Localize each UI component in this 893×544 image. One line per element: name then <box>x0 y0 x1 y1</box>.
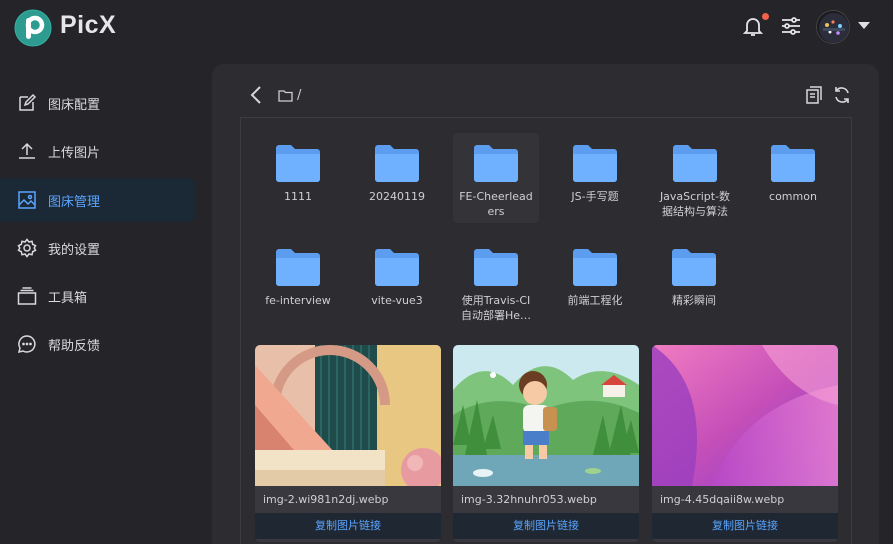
folder-name: FE-Cheerleaders <box>459 190 533 218</box>
copy-link-button[interactable]: 复制图片链接 <box>453 513 639 539</box>
sidebar-item-image-management[interactable]: 图床管理 <box>0 178 195 222</box>
image-thumbnail[interactable] <box>255 345 441 486</box>
breadcrumb-path: / <box>297 87 302 103</box>
upload-icon <box>16 140 38 162</box>
file-grid: 1111 20240119 FE-Cheerleaders JS-手写题 Jav… <box>240 117 852 544</box>
tune-icon[interactable] <box>779 14 803 38</box>
gear-icon <box>16 237 38 259</box>
path-toolbar: / <box>248 84 301 106</box>
folder-name: JavaScript-数据结构与算法 <box>659 190 731 218</box>
chevron-down-icon[interactable] <box>858 22 870 29</box>
folder-icon <box>375 249 419 286</box>
back-icon[interactable] <box>248 85 264 105</box>
folder-item[interactable]: vite-vue3 <box>354 237 440 327</box>
copy-link-button[interactable]: 复制图片链接 <box>652 513 838 539</box>
folder-item[interactable]: common <box>750 133 836 223</box>
folder-item[interactable]: 使用Travis-CI自动部署He… <box>453 237 539 327</box>
folder-name: fe-interview <box>265 294 331 307</box>
sidebar-item-toolbox[interactable]: 工具箱 <box>0 274 195 318</box>
folder-icon <box>573 249 617 286</box>
toolbox-icon <box>16 285 38 307</box>
chat-icon <box>16 333 38 355</box>
picx-logo[interactable] <box>14 9 52 47</box>
copy-all-icon[interactable] <box>804 85 824 105</box>
folder-icon <box>276 249 320 286</box>
image-filename: img-4.45dqaii8w.webp <box>660 493 785 506</box>
sidebar-item-label: 图床配置 <box>48 97 101 113</box>
folder-outline-icon <box>278 89 293 102</box>
folder-item[interactable]: JS-手写题 <box>552 133 638 223</box>
sidebar-item-my-settings[interactable]: 我的设置 <box>0 226 195 270</box>
image-icon <box>16 189 38 211</box>
image-filename: img-2.wi981n2dj.webp <box>263 493 389 506</box>
folder-name: 1111 <box>284 190 312 203</box>
sidebar-item-label: 图床管理 <box>48 194 101 210</box>
app-header: PicX <box>0 0 893 56</box>
folder-name: common <box>769 190 817 203</box>
folder-item[interactable]: fe-interview <box>255 237 341 327</box>
avatar[interactable] <box>816 10 850 44</box>
sidebar-item-label: 我的设置 <box>48 242 101 258</box>
sidebar-item-label: 帮助反馈 <box>48 338 101 354</box>
image-card[interactable]: img-4.45dqaii8w.webp 复制图片链接 <box>652 345 838 542</box>
folder-item[interactable]: 1111 <box>255 133 341 223</box>
app-name: PicX <box>60 11 117 39</box>
folder-icon <box>474 249 518 286</box>
folder-icon <box>474 145 518 182</box>
refresh-icon[interactable] <box>832 85 852 105</box>
folder-item[interactable]: 前端工程化 <box>552 237 638 327</box>
sidebar-item-label: 上传图片 <box>48 145 101 161</box>
image-card[interactable]: img-3.32hnuhr053.webp 复制图片链接 <box>453 345 639 542</box>
folder-icon <box>276 145 320 182</box>
folder-item[interactable]: JavaScript-数据结构与算法 <box>651 133 739 223</box>
image-thumbnail[interactable] <box>652 345 838 486</box>
notification-dot <box>762 13 769 20</box>
image-filename: img-3.32hnuhr053.webp <box>461 493 597 506</box>
folder-item[interactable]: 20240119 <box>354 133 440 223</box>
edit-icon <box>16 92 38 114</box>
folder-name: 前端工程化 <box>567 294 623 307</box>
folder-icon <box>573 145 617 182</box>
main-panel: / 1111 20240119 FE-Cheerleaders JS-手写题 J… <box>212 64 879 544</box>
sidebar-item-upload[interactable]: 上传图片 <box>0 129 195 173</box>
folder-icon <box>672 249 716 286</box>
sidebar-item-help-feedback[interactable]: 帮助反馈 <box>0 322 195 366</box>
sidebar-item-image-host-config[interactable]: 图床配置 <box>0 81 195 125</box>
breadcrumb[interactable]: / <box>278 88 301 103</box>
folder-name: JS-手写题 <box>571 190 619 203</box>
folder-icon <box>375 145 419 182</box>
folder-icon <box>771 145 815 182</box>
folder-name: vite-vue3 <box>371 294 423 307</box>
copy-link-button[interactable]: 复制图片链接 <box>255 513 441 539</box>
sidebar-item-label: 工具箱 <box>48 290 88 306</box>
folder-icon <box>673 145 717 182</box>
folder-name: 使用Travis-CI自动部署He… <box>460 294 532 322</box>
image-card[interactable]: img-2.wi981n2dj.webp 复制图片链接 <box>255 345 441 542</box>
folder-name: 20240119 <box>369 190 425 203</box>
image-thumbnail[interactable] <box>453 345 639 486</box>
folder-item[interactable]: 精彩瞬间 <box>651 237 737 327</box>
folder-item[interactable]: FE-Cheerleaders <box>453 133 539 223</box>
folder-name: 精彩瞬间 <box>672 294 716 307</box>
